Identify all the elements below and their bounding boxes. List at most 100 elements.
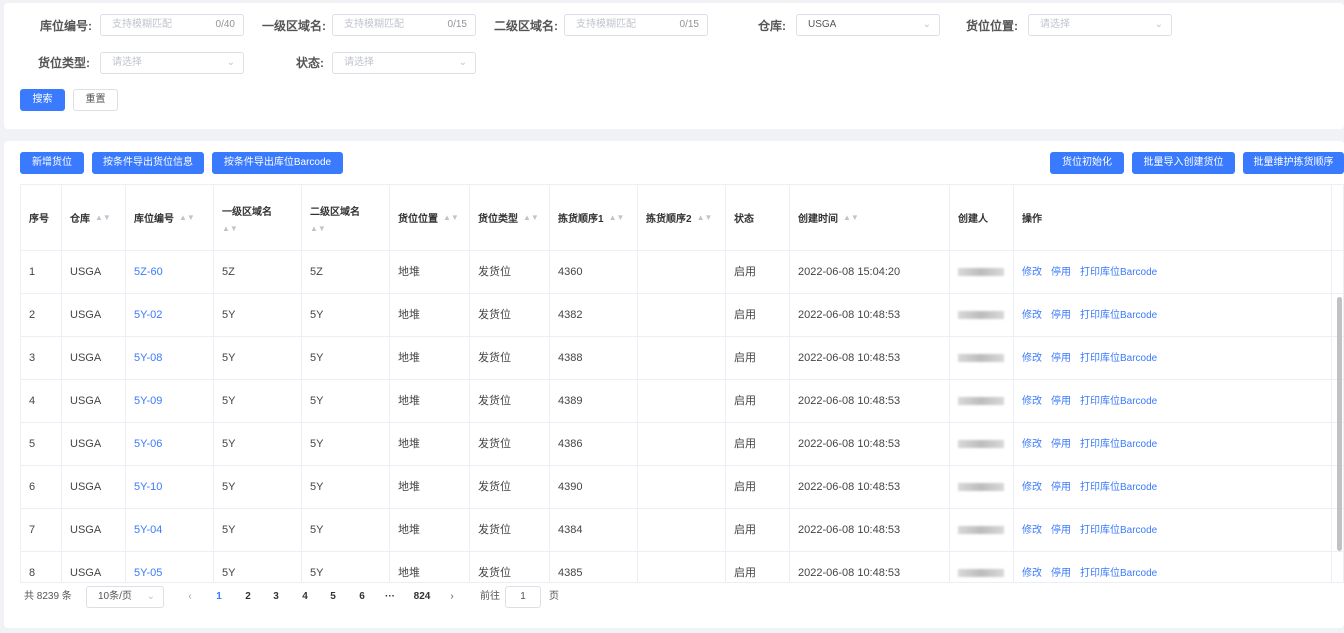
search-button[interactable]: 搜索 [20, 89, 65, 111]
disable-link[interactable]: 停用 [1051, 525, 1071, 536]
cell-seq: 5 [21, 423, 62, 465]
edit-link[interactable]: 修改 [1022, 267, 1042, 278]
edit-link[interactable]: 修改 [1022, 310, 1042, 321]
edit-link[interactable]: 修改 [1022, 439, 1042, 450]
cell-code[interactable]: 5Z-60 [126, 251, 214, 293]
cell-order1: 4388 [550, 337, 638, 379]
position-label: 货位位置: [966, 19, 1018, 33]
cell-seq: 7 [21, 509, 62, 551]
cell-type: 发货位 [470, 509, 550, 551]
search-panel: 库位编号: 支持模糊匹配 0/40 一级区域名: 支持模糊匹配 0/15 二级区… [4, 3, 1344, 129]
warehouse-label: 仓库: [758, 19, 786, 33]
cell-ops: 修改 停用 打印库位Barcode [1014, 466, 1332, 508]
cell-order2 [638, 251, 726, 293]
disable-link[interactable]: 停用 [1051, 396, 1071, 407]
header-position[interactable]: 货位位置 ▲▼ [390, 185, 470, 250]
header-warehouse[interactable]: 仓库 ▲▼ [62, 185, 126, 250]
cell-order2 [638, 509, 726, 551]
page-last[interactable]: 824 [408, 586, 436, 608]
header-creator: 创建人 [950, 185, 1014, 250]
print-barcode-link[interactable]: 打印库位Barcode [1080, 310, 1157, 321]
redacted-creator [958, 526, 1004, 535]
table-scrollbar[interactable] [1335, 297, 1343, 553]
redacted-creator [958, 440, 1004, 449]
batch-import-button[interactable]: 批量导入创建货位 [1132, 152, 1235, 174]
page-size-select[interactable]: 10条/页 ⌄ [86, 586, 164, 608]
print-barcode-link[interactable]: 打印库位Barcode [1080, 439, 1157, 450]
cell-warehouse: USGA [62, 337, 126, 379]
reset-button[interactable]: 重置 [73, 89, 118, 111]
print-barcode-link[interactable]: 打印库位Barcode [1080, 396, 1157, 407]
cell-warehouse: USGA [62, 466, 126, 508]
cell-seq: 3 [21, 337, 62, 379]
header-type[interactable]: 货位类型 ▲▼ [470, 185, 550, 250]
header-order1[interactable]: 拣货顺序1 ▲▼ [550, 185, 638, 250]
cell-code[interactable]: 5Y-05 [126, 552, 214, 582]
header-order2[interactable]: 拣货顺序2 ▲▼ [638, 185, 726, 250]
location-code-input[interactable]: 支持模糊匹配 0/40 [100, 14, 244, 36]
page-4[interactable]: 4 [298, 586, 312, 608]
goto-prefix: 前往 [480, 591, 500, 602]
cell-status: 启用 [726, 294, 790, 336]
position-select[interactable]: 请选择 ⌄ [1028, 14, 1172, 36]
init-location-button[interactable]: 货位初始化 [1050, 152, 1124, 174]
edit-link[interactable]: 修改 [1022, 396, 1042, 407]
prev-page-icon[interactable]: ‹ [184, 586, 196, 608]
cell-seq: 6 [21, 466, 62, 508]
print-barcode-link[interactable]: 打印库位Barcode [1080, 525, 1157, 536]
cell-zone1: 5Y [214, 466, 302, 508]
cell-warehouse: USGA [62, 380, 126, 422]
export-info-button[interactable]: 按条件导出货位信息 [92, 152, 204, 174]
disable-link[interactable]: 停用 [1051, 482, 1071, 493]
cell-code[interactable]: 5Y-02 [126, 294, 214, 336]
page-ellipsis[interactable]: ··· [383, 586, 397, 608]
cell-code[interactable]: 5Y-10 [126, 466, 214, 508]
batch-order-button[interactable]: 批量维护拣货顺序 [1243, 152, 1344, 174]
next-page-icon[interactable]: › [446, 586, 458, 608]
print-barcode-link[interactable]: 打印库位Barcode [1080, 353, 1157, 364]
cell-code[interactable]: 5Y-08 [126, 337, 214, 379]
disable-link[interactable]: 停用 [1051, 568, 1071, 579]
zone2-input[interactable]: 支持模糊匹配 0/15 [564, 14, 708, 36]
header-code[interactable]: 库位编号 ▲▼ [126, 185, 214, 250]
edit-link[interactable]: 修改 [1022, 353, 1042, 364]
cell-zone1: 5Z [214, 251, 302, 293]
disable-link[interactable]: 停用 [1051, 267, 1071, 278]
page-3[interactable]: 3 [269, 586, 283, 608]
print-barcode-link[interactable]: 打印库位Barcode [1080, 267, 1157, 278]
add-location-button[interactable]: 新增货位 [20, 152, 84, 174]
cell-zone1: 5Y [214, 380, 302, 422]
header-created[interactable]: 创建时间 ▲▼ [790, 185, 950, 250]
disable-link[interactable]: 停用 [1051, 353, 1071, 364]
edit-link[interactable]: 修改 [1022, 482, 1042, 493]
print-barcode-link[interactable]: 打印库位Barcode [1080, 568, 1157, 579]
header-zone1[interactable]: 一级区域名 ▲▼ [214, 185, 302, 250]
disable-link[interactable]: 停用 [1051, 310, 1071, 321]
disable-link[interactable]: 停用 [1051, 439, 1071, 450]
page-2[interactable]: 2 [241, 586, 255, 608]
edit-link[interactable]: 修改 [1022, 568, 1042, 579]
export-barcode-button[interactable]: 按条件导出库位Barcode [212, 152, 343, 174]
page-5[interactable]: 5 [326, 586, 340, 608]
type-select[interactable]: 请选择 ⌄ [100, 52, 244, 74]
sort-icon: ▲▼ [310, 223, 326, 233]
page-1[interactable]: 1 [212, 586, 226, 608]
scrollbar-thumb[interactable] [1337, 297, 1342, 551]
cell-code[interactable]: 5Y-09 [126, 380, 214, 422]
zone1-input[interactable]: 支持模糊匹配 0/15 [332, 14, 476, 36]
page-6[interactable]: 6 [355, 586, 369, 608]
cell-code[interactable]: 5Y-04 [126, 509, 214, 551]
cell-creator [950, 509, 1014, 551]
goto-page-input[interactable]: 1 [505, 586, 541, 608]
header-zone2[interactable]: 二级区域名 ▲▼ [302, 185, 390, 250]
cell-created: 2022-06-08 10:48:53 [790, 509, 950, 551]
edit-link[interactable]: 修改 [1022, 525, 1042, 536]
cell-position: 地堆 [390, 251, 470, 293]
location-code-label: 库位编号: [40, 19, 92, 33]
cell-status: 启用 [726, 423, 790, 465]
warehouse-select[interactable]: USGA ⌄ [796, 14, 940, 36]
table-row: 6 USGA 5Y-10 5Y 5Y 地堆 发货位 4390 启用 2022-06-08 10:4… [21, 466, 1343, 509]
print-barcode-link[interactable]: 打印库位Barcode [1080, 482, 1157, 493]
status-select[interactable]: 请选择 ⌄ [332, 52, 476, 74]
cell-code[interactable]: 5Y-06 [126, 423, 214, 465]
